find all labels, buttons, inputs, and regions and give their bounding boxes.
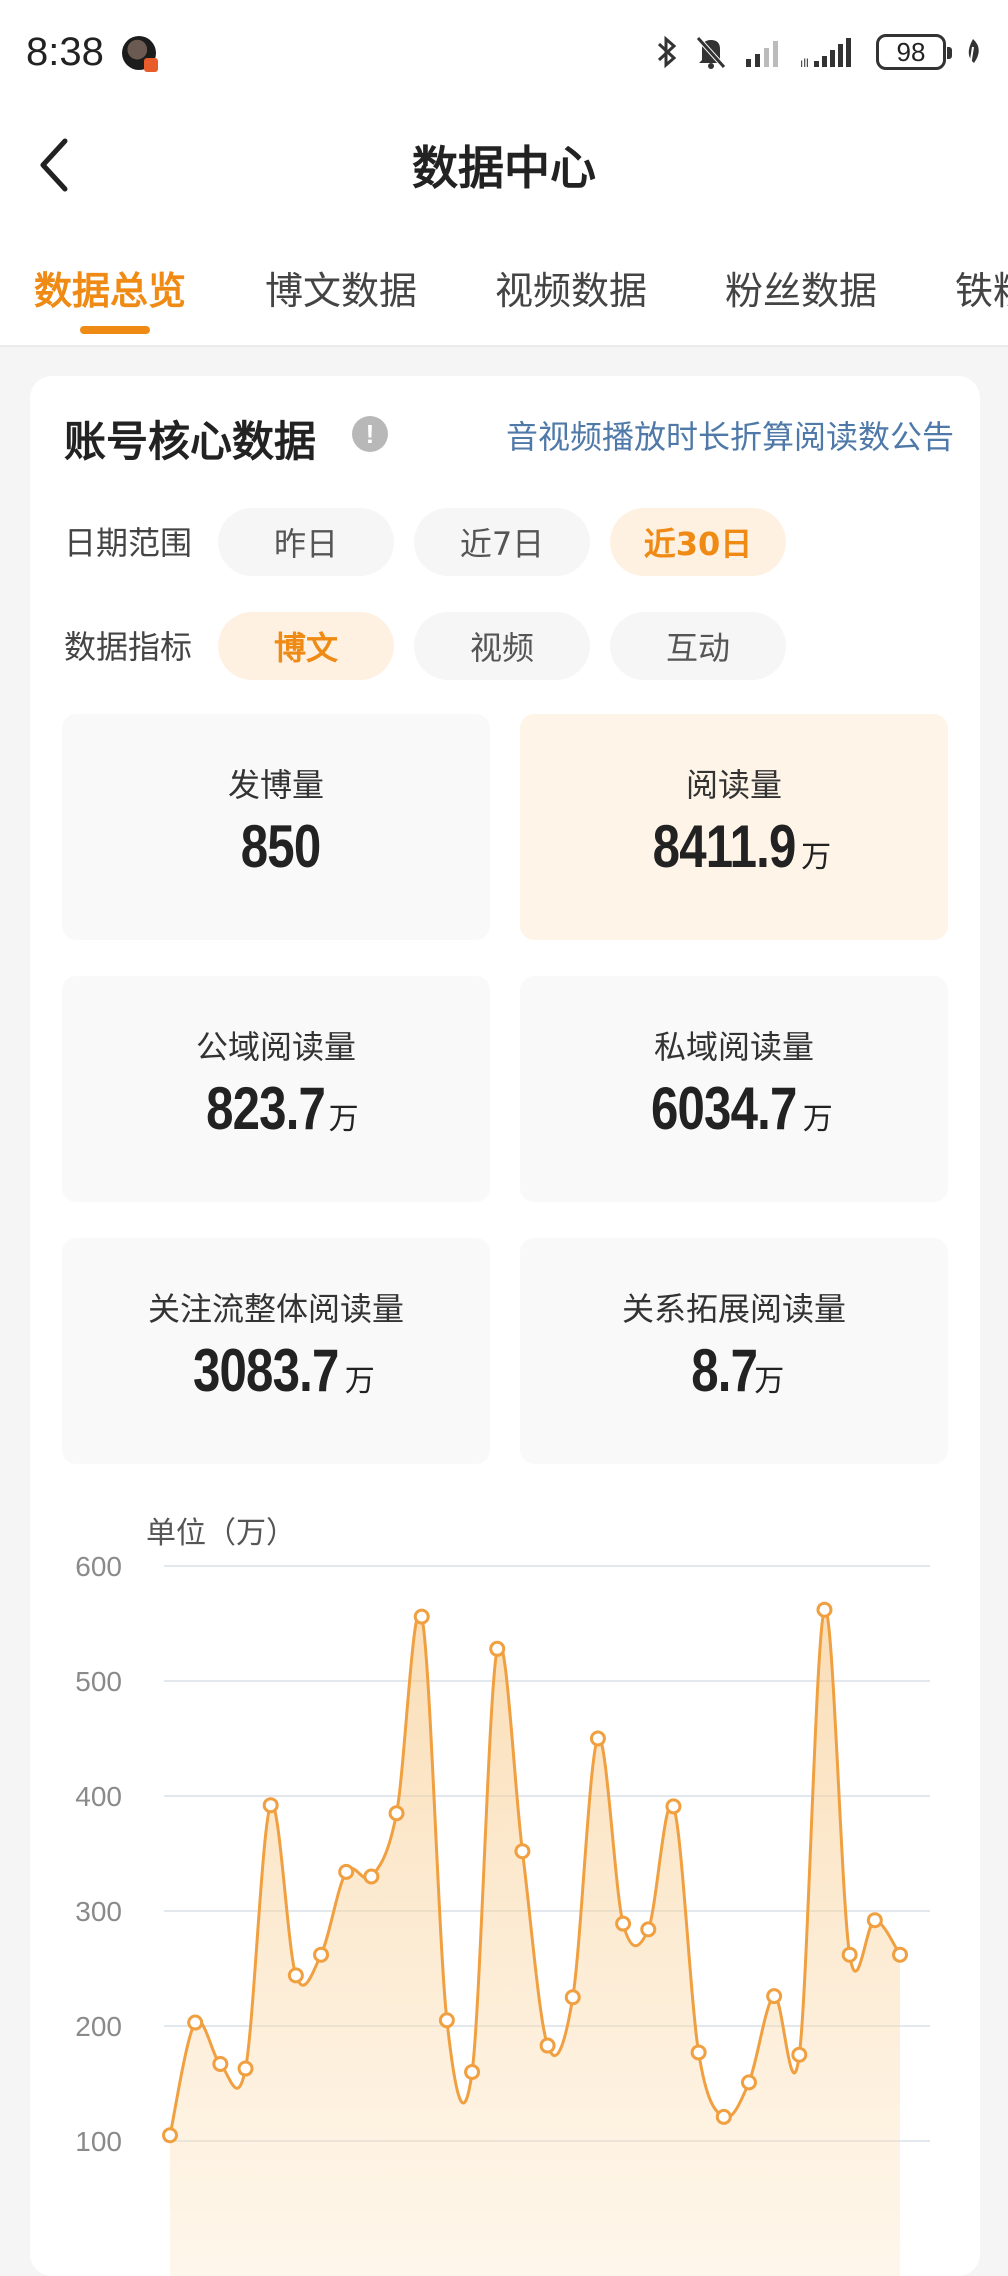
data-point	[162, 2127, 178, 2144]
y-tick-label: 500	[75, 1666, 122, 1697]
svg-text:ıll: ıll	[800, 56, 809, 69]
metric-follow-feed-read[interactable]: 关注流整体阅读量 3083.7 万	[62, 1238, 490, 1464]
data-point	[665, 1798, 682, 1815]
metric-private-read[interactable]: 私域阅读量 6034.7 万	[520, 976, 948, 1202]
metric-value: 850	[241, 813, 321, 880]
data-point	[514, 1843, 531, 1860]
date-option-7days[interactable]: 近7日	[414, 508, 590, 576]
header: 数据中心	[0, 110, 1008, 220]
core-data-card: 账号核心数据 ! 音视频播放时长折算阅读数公告 日期范围 昨日 近7日 近30日…	[30, 376, 980, 2276]
metric-value: 6034.7	[651, 1075, 797, 1142]
metric-type-label: 数据指标	[64, 628, 193, 666]
data-point	[338, 1863, 355, 1880]
y-tick-label: 600	[75, 1551, 122, 1582]
metric-unit: 万	[801, 840, 832, 875]
card-title: 账号核心数据	[64, 417, 317, 466]
data-point	[262, 1797, 279, 1814]
page-title: 数据中心	[412, 141, 596, 195]
metric-post-count[interactable]: 发博量 850	[62, 714, 490, 940]
data-point	[464, 2064, 481, 2080]
tab-iron-fans[interactable]: 铁粉	[955, 260, 1008, 315]
metric-option-interaction[interactable]: 互动	[610, 612, 786, 680]
data-point	[766, 1988, 783, 2005]
status-avatar-icon	[122, 36, 158, 72]
metric-read-count[interactable]: 阅读量 8411.9 万	[520, 714, 948, 940]
tab-bar: 数据总览 博文数据 视频数据 粉丝数据 铁粉	[0, 250, 1008, 346]
data-point	[866, 1912, 883, 1929]
metric-unit: 万	[344, 1364, 375, 1399]
metric-label: 公域阅读量	[195, 1028, 356, 1066]
metric-label: 私域阅读量	[653, 1028, 814, 1066]
data-point	[489, 1640, 506, 1657]
metric-label: 阅读量	[685, 766, 782, 804]
data-point	[564, 1989, 581, 2006]
tab-fans[interactable]: 粉丝数据	[725, 260, 877, 315]
data-point	[287, 1967, 304, 1984]
data-point	[892, 1946, 908, 1963]
series-area	[170, 1609, 900, 2276]
metric-unit: 万	[802, 1102, 833, 1137]
data-point	[363, 1868, 380, 1885]
data-point	[615, 1915, 632, 1932]
info-icon[interactable]: !	[352, 416, 388, 452]
signal-weak-icon	[746, 41, 778, 67]
status-icons: ıll 98	[656, 30, 984, 74]
data-point	[715, 2108, 732, 2125]
tab-overview[interactable]: 数据总览	[34, 260, 186, 315]
date-option-yesterday[interactable]: 昨日	[218, 508, 394, 576]
metric-label: 关系拓展阅读量	[621, 1290, 846, 1328]
metric-label: 发博量	[227, 766, 324, 804]
tab-videos[interactable]: 视频数据	[495, 260, 647, 315]
data-point	[313, 1946, 330, 1963]
metric-unit: 万	[328, 1102, 359, 1137]
data-point	[237, 2060, 254, 2077]
metric-value: 8.7	[691, 1337, 758, 1404]
metric-value: 823.7	[206, 1075, 326, 1142]
tab-posts[interactable]: 博文数据	[265, 260, 417, 315]
reads-area-chart: 100 200 300 400 500 600	[75, 1551, 930, 2276]
mute-bell-icon	[696, 36, 726, 69]
status-bar: 8:38 ıll 98	[0, 0, 1008, 110]
metric-public-read[interactable]: 公域阅读量 823.7 万	[62, 976, 490, 1202]
data-point	[841, 1946, 858, 1963]
date-range-label: 日期范围	[64, 524, 193, 562]
metric-value: 8411.9	[652, 813, 797, 880]
leaf-icon	[968, 39, 979, 67]
data-point	[413, 1608, 430, 1625]
metric-label: 关注流整体阅读量	[147, 1290, 404, 1328]
data-point	[438, 2012, 455, 2029]
tab-active-indicator	[80, 326, 150, 334]
metric-unit: 万	[754, 1364, 785, 1399]
data-point	[640, 1921, 657, 1938]
y-tick-label: 300	[75, 1896, 122, 1927]
y-tick-label: 200	[75, 2011, 122, 2042]
data-point	[816, 1601, 833, 1618]
status-time: 8:38	[26, 30, 104, 74]
metric-option-video[interactable]: 视频	[414, 612, 590, 680]
metric-relation-read[interactable]: 关系拓展阅读量 8.7万	[520, 1238, 948, 1464]
metric-value: 3083.7	[193, 1337, 339, 1404]
battery-level: 98	[896, 36, 926, 67]
signal-strong-icon: ıll	[800, 38, 851, 69]
metric-option-posts[interactable]: 博文	[218, 612, 394, 680]
data-point	[212, 2055, 229, 2072]
data-point	[791, 2046, 808, 2063]
y-tick-label: 400	[75, 1781, 122, 1812]
header-divider	[0, 345, 1008, 347]
data-point	[589, 1730, 606, 1747]
notice-link[interactable]: 音视频播放时长折算阅读数公告	[506, 412, 954, 458]
date-option-30days[interactable]: 近30日	[610, 508, 786, 576]
battery-icon: 98	[876, 34, 952, 70]
y-tick-label: 100	[75, 2126, 122, 2157]
data-point	[690, 2044, 707, 2061]
data-point	[740, 2074, 757, 2091]
bluetooth-icon	[657, 35, 677, 69]
data-point	[388, 1805, 405, 1822]
data-point	[187, 2014, 204, 2031]
data-point	[539, 2037, 556, 2054]
